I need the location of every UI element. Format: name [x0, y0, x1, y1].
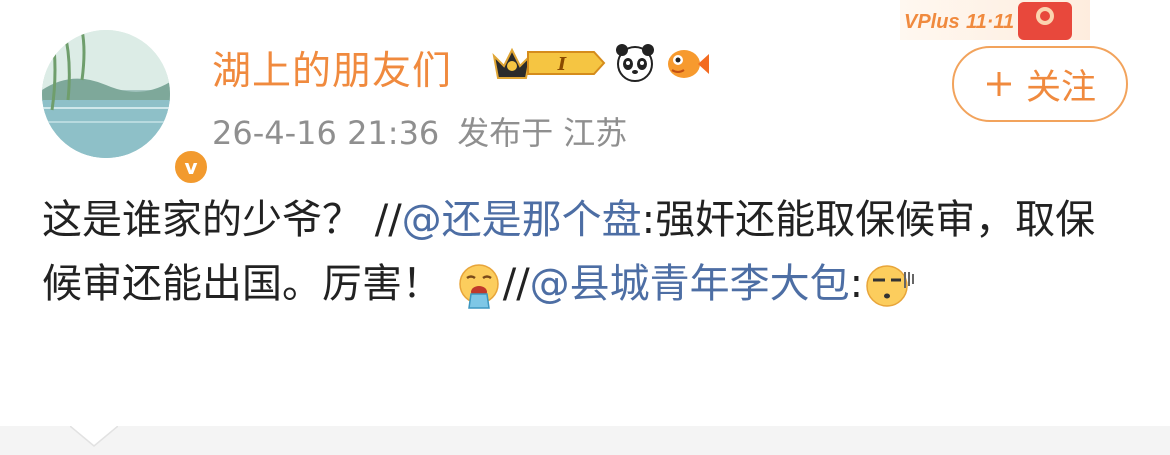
plus-icon — [986, 72, 1011, 96]
post-timestamp: 26-4-16 21:36 — [212, 114, 440, 152]
speechless-emoji-icon — [866, 265, 915, 307]
verified-badge-wrap: v — [42, 30, 210, 186]
follow-label: 关注 — [1025, 67, 1096, 108]
username[interactable]: 湖上的朋友们 — [212, 40, 452, 96]
post-text-1: 这是谁家的少爷？ // — [42, 197, 402, 243]
post-location: 江苏 — [563, 114, 628, 152]
verified-badge: v — [172, 148, 210, 186]
vplus-label: VPlus — [904, 11, 960, 33]
section-divider — [0, 426, 1170, 455]
vplus-promo-badge[interactable]: VPlus 11·11 — [900, 0, 1090, 40]
user-badges: I — [490, 42, 710, 84]
crown-badge-icon[interactable]: I — [490, 42, 606, 84]
fish-icon[interactable] — [664, 42, 710, 84]
level-label: I — [557, 54, 567, 75]
panda-icon[interactable] — [614, 42, 656, 84]
post-text-3: // — [502, 261, 530, 307]
red-envelope-icon — [1018, 2, 1072, 40]
vplus-date: 11·11 — [966, 11, 1014, 33]
mention-link[interactable]: @县城青年李大包 — [530, 261, 850, 307]
post-text-4: : — [849, 261, 864, 307]
mention-link[interactable]: @还是那个盘 — [402, 197, 642, 243]
post-body: 这是谁家的少爷？ //@还是那个盘:强奸还能取保候审，取保候审还能出国。厉害！ … — [42, 188, 1132, 316]
divider-notch — [70, 426, 118, 447]
post-meta: 26-4-16 21:36 发布于 江苏 — [212, 108, 645, 154]
source-prefix: 发布于 — [457, 114, 554, 152]
follow-button[interactable]: 关注 — [952, 46, 1128, 122]
vomit-emoji-icon — [458, 264, 499, 309]
